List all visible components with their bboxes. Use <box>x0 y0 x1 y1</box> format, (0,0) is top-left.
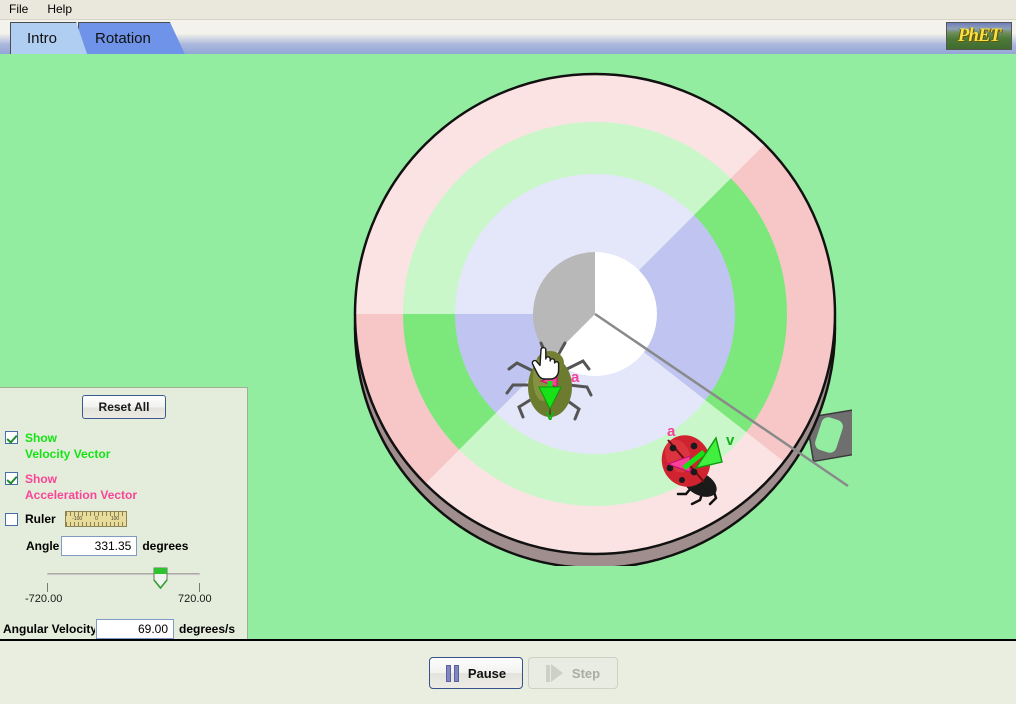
tab-intro[interactable]: Intro <box>10 22 88 54</box>
ladybug-velocity-label: v <box>726 432 735 449</box>
angular-velocity-input[interactable] <box>96 619 174 639</box>
turntable[interactable] <box>352 56 852 566</box>
step-button[interactable]: Step <box>528 657 618 689</box>
tab-strip: Rotation Intro <box>0 20 1016 54</box>
menu-bar: File Help <box>0 0 1016 20</box>
beetle-acceleration-label: a <box>571 369 580 386</box>
phet-logo-text: PhET <box>957 25 1001 46</box>
angle-slider-max-label: 720.00 <box>178 593 212 605</box>
ladybug-acceleration-label: a <box>667 423 676 440</box>
pause-button[interactable]: Pause <box>429 657 523 689</box>
angle-row: Angle degrees <box>26 536 188 556</box>
hand-cursor-icon <box>530 346 560 380</box>
show-velocity-vector-row[interactable]: Show Velocity Vector <box>5 430 110 462</box>
ruler-ticks-top <box>65 512 126 516</box>
ruler-label: Ruler <box>25 512 56 526</box>
phet-logo[interactable]: PhET <box>946 22 1012 50</box>
ruler-checkbox[interactable] <box>5 513 18 526</box>
angular-velocity-label: Angular Velocity <box>3 622 95 636</box>
angle-slider-min-label: -720.00 <box>25 593 63 605</box>
tab-rotation-label: Rotation <box>95 30 151 47</box>
simulation-window: File Help Rotation Intro PhET a v a v Re… <box>0 0 1016 704</box>
angular-velocity-unit: degrees/s <box>179 622 236 636</box>
angle-label: Angle <box>26 539 60 553</box>
angle-slider[interactable]: -720.00 720.00 <box>25 567 212 605</box>
pause-button-label: Pause <box>467 665 507 681</box>
tab-rotation[interactable]: Rotation <box>78 22 185 54</box>
show-acceleration-vector-row[interactable]: Show Acceleration Vector <box>5 471 137 503</box>
ruler-ticks-bottom <box>65 522 126 526</box>
reset-all-button[interactable]: Reset All <box>82 395 166 419</box>
show-acceleration-vector-checkbox[interactable] <box>5 472 18 485</box>
step-button-label: Step <box>571 665 601 681</box>
pause-icon <box>445 664 459 682</box>
angle-input[interactable] <box>61 536 138 556</box>
show-velocity-vector-label: Show Velocity Vector <box>25 431 111 461</box>
playback-bar: Pause Step <box>0 643 1016 704</box>
play-area[interactable]: a v a v Reset All Show Velocity Vector S… <box>0 54 1016 641</box>
ruler-row[interactable]: Ruler -100 0 100 <box>5 511 127 527</box>
show-acceleration-vector-label: Show Acceleration Vector <box>25 472 138 502</box>
ruler-icon: -100 0 100 <box>64 511 127 527</box>
angle-slider-tick-max <box>199 583 200 592</box>
angle-unit: degrees <box>142 539 189 553</box>
angle-slider-tick-min <box>47 583 48 592</box>
beetle-velocity-label: v <box>546 407 555 424</box>
angular-velocity-row: Angular Velocity degrees/s <box>3 619 235 639</box>
control-panel: Reset All Show Velocity Vector Show Acce… <box>0 387 248 639</box>
tab-intro-label: Intro <box>27 30 58 47</box>
angle-slider-thumb[interactable] <box>153 567 168 590</box>
show-velocity-vector-checkbox[interactable] <box>5 431 18 444</box>
menu-file[interactable]: File <box>7 1 37 18</box>
step-icon <box>545 664 563 682</box>
angle-slider-track[interactable] <box>47 573 200 576</box>
menu-help[interactable]: Help <box>45 1 81 18</box>
ladybug-sprite[interactable]: a v <box>650 423 750 509</box>
